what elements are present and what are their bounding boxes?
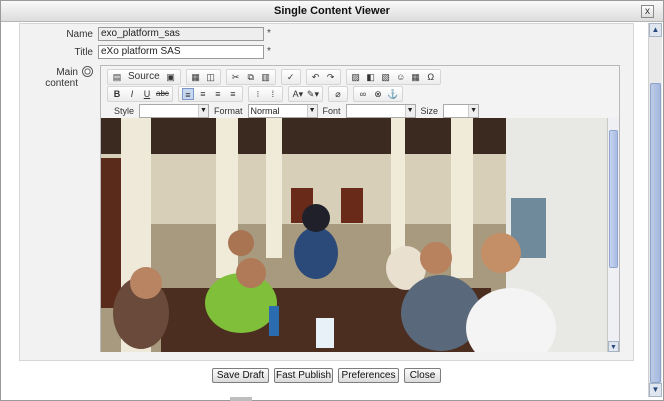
scroll-down-arrow-icon[interactable]: ▼ <box>608 341 619 352</box>
name-label: Name <box>66 29 93 40</box>
scrollbar-thumb[interactable] <box>650 83 661 383</box>
dialog-title: Single Content Viewer <box>274 5 390 17</box>
editor-toolbar-row-2: B I U abc ≡ ≡ ≡ ≡ ⁝ ⁞ A▾ ✎▾ ⌀ ∞ ⊗ ⚓ <box>107 85 406 102</box>
size-select[interactable]: ▼ <box>443 103 480 118</box>
content-photo <box>101 118 608 352</box>
anchor-icon[interactable]: ⚓ <box>387 88 399 100</box>
source-button[interactable]: Source <box>126 71 162 83</box>
preview-icon[interactable]: ◫ <box>205 71 217 83</box>
redo-icon[interactable]: ↷ <box>325 71 337 83</box>
image-icon[interactable]: ▨ <box>350 71 362 83</box>
table-icon[interactable]: ▦ <box>410 71 422 83</box>
strikethrough-button[interactable]: abc <box>156 88 169 100</box>
highlight-color-icon[interactable]: ✎▾ <box>307 88 319 100</box>
title-field[interactable]: eXo platform SAS <box>98 45 264 59</box>
bold-button[interactable]: B <box>111 88 123 100</box>
italic-button[interactable]: I <box>126 88 138 100</box>
close-icon[interactable]: x <box>641 5 654 18</box>
source-icon: ▤ <box>112 71 122 82</box>
align-center-icon[interactable]: ≡ <box>197 88 209 100</box>
link-icon[interactable]: ∞ <box>357 88 369 100</box>
flash-icon[interactable]: ◧ <box>365 71 377 83</box>
spellcheck-icon[interactable]: ✓ <box>285 71 297 83</box>
name-field[interactable]: exo_platform_sas <box>98 27 264 41</box>
close-button[interactable]: Close <box>404 368 441 383</box>
style-label: Style <box>114 105 135 116</box>
content-help-icon[interactable] <box>82 66 93 77</box>
undo-icon[interactable]: ↶ <box>310 71 322 83</box>
dialog-scrollbar[interactable]: ▲ ▼ <box>648 23 662 397</box>
size-label: Size <box>420 105 439 116</box>
rich-text-editor: ▤ Source ▣ ▦ ◫ ✂ ⧉ ▥ ✓ ↶ ↷ ▨ ◧ ▧ ☺ ▦ Ω B… <box>100 65 620 352</box>
smiley-icon[interactable]: ☺ <box>395 71 407 83</box>
justify-icon[interactable]: ≡ <box>227 88 239 100</box>
editor-scrollbar[interactable]: ▼ <box>607 118 619 352</box>
style-select[interactable]: ▼ <box>139 103 210 118</box>
title-label: Title <box>74 47 93 58</box>
format-select[interactable]: Normal ▼ <box>247 103 318 118</box>
scroll-down-arrow-icon[interactable]: ▼ <box>649 383 662 397</box>
editor-toolbar-row-1: ▤ Source ▣ ▦ ◫ ✂ ⧉ ▥ ✓ ↶ ↷ ▨ ◧ ▧ ☺ ▦ Ω <box>107 68 444 85</box>
underline-button[interactable]: U <box>141 88 153 100</box>
dialog-titlebar[interactable]: Single Content Viewer x <box>1 1 663 22</box>
new-page-icon[interactable]: ▦ <box>190 71 202 83</box>
copy-icon[interactable]: ⧉ <box>245 71 257 83</box>
main-content-label: Main content <box>45 67 78 89</box>
name-required-mark: * <box>267 28 271 39</box>
editor-scrollbar-thumb[interactable] <box>609 130 618 268</box>
save-draft-button[interactable]: Save Draft <box>212 368 269 383</box>
chevron-down-icon: ▼ <box>198 104 209 117</box>
font-select[interactable]: ▼ <box>345 103 416 118</box>
unlink-icon[interactable]: ⊗ <box>372 88 384 100</box>
cut-icon[interactable]: ✂ <box>230 71 242 83</box>
insert-icon[interactable]: ▧ <box>380 71 392 83</box>
single-content-viewer-dialog: Single Content Viewer x ▲ ▼ Name exo_pla… <box>0 0 664 401</box>
resize-grip[interactable] <box>230 397 252 401</box>
chevron-down-icon: ▼ <box>468 104 479 117</box>
numbered-list-icon[interactable]: ⁝ <box>252 88 264 100</box>
dialog-button-bar: Save Draft Fast Publish Preferences Clos… <box>1 368 649 386</box>
chevron-down-icon: ▼ <box>306 104 317 117</box>
text-color-icon[interactable]: A▾ <box>292 88 304 100</box>
chevron-down-icon: ▼ <box>404 104 415 117</box>
fast-publish-button[interactable]: Fast Publish <box>274 368 333 383</box>
preferences-button[interactable]: Preferences <box>338 368 399 383</box>
editor-toolbar-row-3: Style ▼ Format Normal ▼ Font ▼ Size ▼ <box>111 102 480 119</box>
align-right-icon[interactable]: ≡ <box>212 88 224 100</box>
scroll-up-arrow-icon[interactable]: ▲ <box>649 23 662 37</box>
font-label: Font <box>322 105 341 116</box>
save-icon[interactable]: ▣ <box>165 71 177 83</box>
paste-icon[interactable]: ▥ <box>260 71 272 83</box>
align-left-icon[interactable]: ≡ <box>181 87 194 100</box>
special-char-icon[interactable]: Ω <box>425 71 437 83</box>
bullet-list-icon[interactable]: ⁞ <box>267 88 279 100</box>
remove-format-icon[interactable]: ⌀ <box>332 88 344 100</box>
title-required-mark: * <box>267 46 271 57</box>
format-label: Format <box>214 105 243 116</box>
